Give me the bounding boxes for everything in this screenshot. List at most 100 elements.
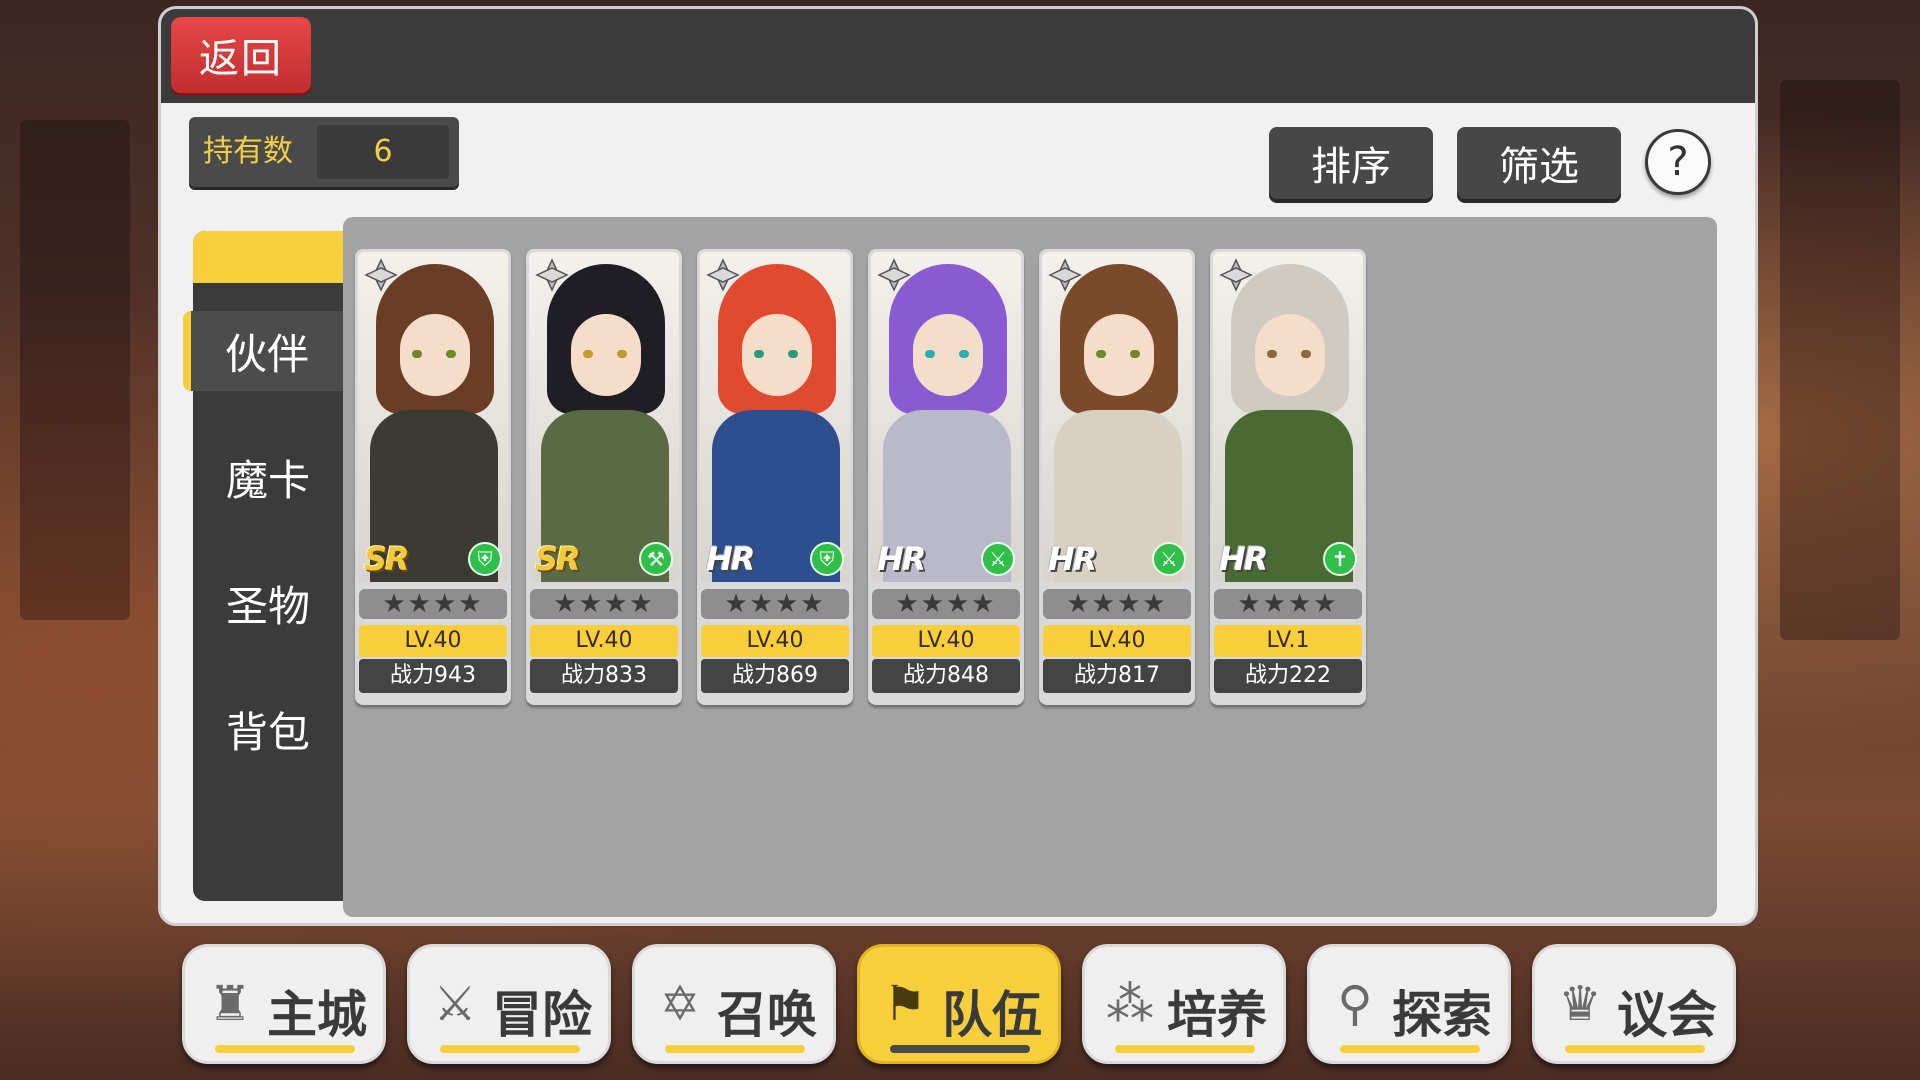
portrait-eye [412,350,422,358]
element-gem-icon [706,258,740,292]
nav-label: 培养 [1167,986,1267,1044]
partner-portrait: HR ✝ [1213,252,1363,582]
partner-card[interactable]: HR ⚔ ★★★★ LV.40 战力817 [1039,249,1195,705]
element-gem-icon [877,258,911,292]
partner-grid: SR ⛨ ★★★★ LV.40 战力943 SR ⚒ ★★★★ LV.40 战力… [343,217,1717,917]
element-gem-icon [1048,258,1082,292]
level-label: LV.40 [872,625,1020,657]
shield-class-icon: ⛨ [468,542,502,576]
holding-count: 6 [317,125,449,179]
sword-class-icon: ⚔ [981,542,1015,576]
category-tabs: 伙伴 魔卡 圣物 背包 [183,231,343,901]
nav-explore[interactable]: ⚲ 探索 [1307,944,1511,1064]
portrait-eye [617,350,627,358]
tab-header-accent [193,231,343,283]
partner-card[interactable]: HR ⛨ ★★★★ LV.40 战力869 [697,249,853,705]
portrait-eye [925,350,935,358]
nav-underline [1340,1045,1480,1053]
portrait-eye [959,350,969,358]
portrait-face [913,314,983,396]
nav-label: 召唤 [717,986,817,1044]
nav-underline [1115,1045,1255,1053]
nav-underline [1565,1045,1705,1053]
portrait-eye [1301,350,1311,358]
tab-magic-cards[interactable]: 魔卡 [193,437,343,517]
power-label: 战力943 [359,659,507,693]
level-label: LV.40 [530,625,678,657]
partner-card[interactable]: SR ⚒ ★★★★ LV.40 战力833 [526,249,682,705]
level-label: LV.40 [359,625,507,657]
rarity-badge: HR [877,540,926,578]
sword-class-icon: ⚔ [1152,542,1186,576]
portrait-eye [1267,350,1277,358]
portrait-eye [1130,350,1140,358]
tab-partners[interactable]: 伙伴 [183,311,343,391]
background-shelf-right [1780,80,1900,640]
portrait-eye [788,350,798,358]
level-label: LV.40 [1043,625,1191,657]
shield-class-icon: ⛨ [810,542,844,576]
nav-underline [665,1045,805,1053]
power-label: 战力222 [1214,659,1362,693]
portrait-face [742,314,812,396]
nav-label: 队伍 [942,986,1042,1044]
rarity-badge: SR [535,540,581,578]
star-rating: ★★★★ [359,589,507,619]
power-label: 战力817 [1043,659,1191,693]
summon-circle-icon: ✡ [659,976,701,1032]
star-rating: ★★★★ [1043,589,1191,619]
sort-button[interactable]: 排序 [1269,127,1433,199]
council-icon: ♛ [1558,976,1602,1032]
portrait-eye [583,350,593,358]
nav-castle[interactable]: ♜ 主城 [182,944,386,1064]
main-panel: 返回 持有数 6 排序 筛选 ? 伙伴 魔卡 圣物 背包 SR ⛨ ★★★★ L… [158,6,1758,926]
partner-portrait: SR ⛨ [358,252,508,582]
tab-backpack[interactable]: 背包 [193,689,343,769]
element-gem-icon [535,258,569,292]
cross-class-icon: ✝ [1323,542,1357,576]
train-icon: ⁂ [1106,976,1154,1032]
portrait-face [571,314,641,396]
filter-button[interactable]: 筛选 [1457,127,1621,199]
nav-crossed-swords[interactable]: ⚔ 冒险 [407,944,611,1064]
star-rating: ★★★★ [701,589,849,619]
nav-council[interactable]: ♛ 议会 [1532,944,1736,1064]
help-button[interactable]: ? [1645,129,1711,195]
nav-label: 冒险 [492,986,592,1044]
partner-card[interactable]: HR ⚔ ★★★★ LV.40 战力848 [868,249,1024,705]
nav-train[interactable]: ⁂ 培养 [1082,944,1286,1064]
rarity-badge: HR [1219,540,1268,578]
nav-underline [215,1045,355,1053]
background-shelf-left [20,120,130,620]
star-rating: ★★★★ [872,589,1020,619]
nav-label: 主城 [267,986,367,1044]
nav-label: 探索 [1392,986,1492,1044]
element-gem-icon [1219,258,1253,292]
star-rating: ★★★★ [530,589,678,619]
tab-relics[interactable]: 圣物 [193,563,343,643]
partner-portrait: HR ⛨ [700,252,850,582]
partner-portrait: HR ⚔ [1042,252,1192,582]
holding-count-panel: 持有数 6 [189,117,459,187]
portrait-face [400,314,470,396]
back-button[interactable]: 返回 [171,17,311,93]
element-gem-icon [364,258,398,292]
nav-summon-circle[interactable]: ✡ 召唤 [632,944,836,1064]
castle-icon: ♜ [208,976,252,1032]
rarity-badge: HR [706,540,755,578]
axe-class-icon: ⚒ [639,542,673,576]
rarity-badge: SR [364,540,410,578]
level-label: LV.1 [1214,625,1362,657]
nav-team-banner[interactable]: ⚑ 队伍 [857,944,1061,1064]
partner-card[interactable]: SR ⛨ ★★★★ LV.40 战力943 [355,249,511,705]
explore-icon: ⚲ [1337,976,1373,1032]
partner-portrait: SR ⚒ [529,252,679,582]
partner-card[interactable]: HR ✝ ★★★★ LV.1 战力222 [1210,249,1366,705]
nav-underline [890,1045,1030,1053]
power-label: 战力833 [530,659,678,693]
star-rating: ★★★★ [1214,589,1362,619]
team-banner-icon: ⚑ [883,976,927,1032]
nav-underline [440,1045,580,1053]
partner-portrait: HR ⚔ [871,252,1021,582]
portrait-eye [446,350,456,358]
